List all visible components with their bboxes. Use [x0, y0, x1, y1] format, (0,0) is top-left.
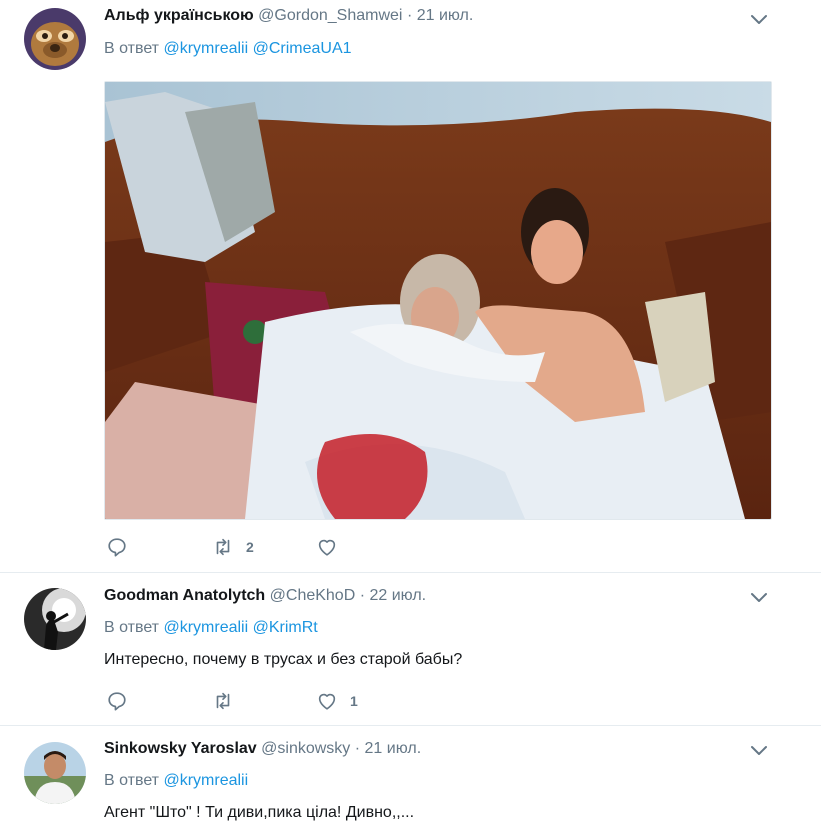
tweet-date[interactable]: 22 июл.	[370, 587, 427, 604]
tweet-header: Альф українською @Gordon_Shamwei · 21 ию…	[104, 7, 473, 25]
mention-link[interactable]: @krymrealii	[163, 772, 248, 789]
mention-link[interactable]: @krymrealii	[163, 40, 248, 57]
tweet-text: Интересно, почему в трусах и без старой …	[104, 651, 463, 668]
chevron-down-icon[interactable]	[748, 739, 770, 761]
retweet-button[interactable]: 2	[212, 535, 254, 559]
retweet-button[interactable]	[212, 689, 246, 713]
like-count: 1	[350, 693, 358, 709]
reply-to-line: В ответ @krymrealii @CrimeaUA1	[104, 40, 352, 58]
reply-prefix: В ответ	[104, 772, 160, 789]
avatar-goodman[interactable]	[24, 588, 86, 650]
reply-button[interactable]	[106, 689, 128, 713]
avatar-sinkowsky[interactable]	[24, 742, 86, 804]
reply-icon	[108, 538, 126, 557]
mention-link[interactable]: @KrimRt	[253, 619, 318, 636]
photo-image	[105, 82, 771, 519]
tweet-date[interactable]: 21 июл.	[365, 740, 422, 757]
author-handle[interactable]: @sinkowsky	[261, 740, 350, 757]
avatar-alf[interactable]	[24, 8, 86, 70]
author-name[interactable]: Goodman Anatolytch	[104, 587, 265, 604]
retweet-icon	[216, 538, 230, 556]
tweet-text: Агент "Што" ! Ти диви,пика ціла! Дивно,,…	[104, 804, 415, 821]
tweet-header: Sinkowsky Yaroslav @sinkowsky · 21 июл.	[104, 740, 421, 758]
mention-link[interactable]: @krymrealii	[163, 619, 248, 636]
heart-icon	[318, 693, 336, 710]
reply-prefix: В ответ	[104, 40, 160, 57]
heart-icon	[318, 539, 336, 556]
reply-icon	[108, 692, 126, 711]
separator-dot: ·	[354, 740, 361, 757]
tweet-1: Альф українською @Gordon_Shamwei · 21 ию…	[0, 0, 821, 573]
separator-dot: ·	[359, 587, 366, 604]
tweet-header: Goodman Anatolytch @CheKhoD · 22 июл.	[104, 587, 426, 605]
reply-prefix: В ответ	[104, 619, 160, 636]
author-name[interactable]: Альф українською	[104, 7, 254, 24]
author-handle[interactable]: @CheKhoD	[270, 587, 356, 604]
chevron-down-icon[interactable]	[748, 8, 770, 30]
mention-link[interactable]: @CrimeaUA1	[253, 40, 352, 57]
like-button[interactable]: 1	[316, 689, 358, 713]
retweet-icon	[216, 692, 230, 710]
tweet-2: Goodman Anatolytch @CheKhoD · 22 июл. В …	[0, 573, 821, 725]
reply-to-line: В ответ @krymrealii	[104, 772, 248, 790]
tweet-date[interactable]: 21 июл.	[417, 7, 474, 24]
author-name[interactable]: Sinkowsky Yaroslav	[104, 740, 257, 757]
reply-button[interactable]	[106, 535, 128, 559]
retweet-count: 2	[246, 539, 254, 555]
author-handle[interactable]: @Gordon_Shamwei	[258, 7, 402, 24]
tweet-3: Sinkowsky Yaroslav @sinkowsky · 21 июл. …	[0, 726, 821, 831]
separator-dot: ·	[406, 7, 413, 24]
tweet-photo[interactable]	[104, 81, 772, 520]
like-button[interactable]	[316, 535, 350, 559]
reply-to-line: В ответ @krymrealii @KrimRt	[104, 619, 318, 637]
chevron-down-icon[interactable]	[748, 586, 770, 608]
